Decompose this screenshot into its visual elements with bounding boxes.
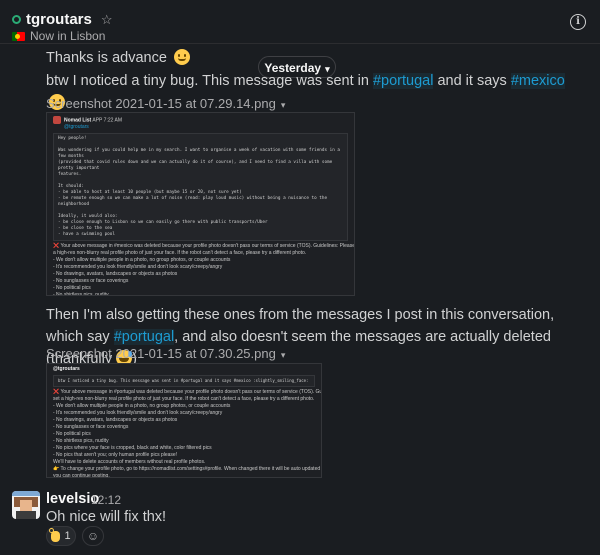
shot-top-label: @tgroutars [47, 366, 321, 373]
shot-author-row: Nomad List APP 7:22 AM [47, 116, 354, 124]
shot-text-line: Was wondering if you could help me in my… [58, 148, 340, 160]
shot-mention-text: @tgroutars [64, 124, 89, 131]
shot-text-line: - We don't allow multiple people in a ph… [53, 257, 231, 264]
shot-text-line: - No shirtless pics, nudity [53, 438, 109, 444]
info-icon[interactable]: i [570, 14, 586, 30]
shot-text-line: - It's recommended you look friendly/smi… [53, 264, 223, 271]
shot-text-line: ❌ Your above message in #portugal was de… [53, 389, 322, 395]
shot-text-line: - No sunglasses or face coverings [53, 278, 129, 285]
shot-text-line: - No political pics [53, 285, 91, 292]
message-body: and it says [433, 73, 511, 89]
shot-text-line: 👉 To change your profile photo, go to ht… [53, 466, 322, 472]
ok-hand-icon [49, 527, 61, 542]
shot-mention: @tgroutars [47, 124, 354, 131]
add-reaction-button[interactable]: ☺ [82, 526, 104, 546]
file-name-label: Screenshot 2021-01-15 at 07.29.14.png [46, 96, 276, 111]
shot-text-line: - No drawings, avatars, landscapes or ob… [53, 417, 178, 423]
shot-text-line: ❌ Your above message in #mexico was dele… [53, 243, 355, 250]
screenshot-image-1[interactable]: Nomad List APP 7:22 AM @tgroutars Hey pe… [46, 112, 355, 296]
file-name[interactable]: Screenshot 2021-01-15 at 07.30.25.png ▾ [46, 346, 285, 361]
status-row: Now in Lisbon [12, 29, 105, 43]
channel-mention-link[interactable]: #mexico [510, 73, 565, 89]
shot-text-line: - No drawings, avatars, landscapes or ob… [53, 271, 178, 278]
portugal-flag-icon [12, 31, 25, 41]
channel-title[interactable]: tgroutars [26, 11, 92, 28]
avatar[interactable] [12, 491, 40, 519]
screenshot-image-2[interactable]: @tgroutars btw I noticed a tiny bug. Thi… [46, 363, 322, 478]
status-text: Now in Lisbon [30, 29, 106, 43]
slightly-smiling-face-icon [173, 49, 190, 65]
shot-text-line: - No sunglasses or face coverings [53, 424, 129, 430]
star-icon[interactable]: ☆ [101, 12, 113, 28]
shot-text-line: - No political pics [53, 431, 91, 437]
file-name-label: Screenshot 2021-01-15 at 07.30.25.png [46, 346, 276, 361]
shot-app-badge: APP [92, 117, 103, 124]
message-body: btw I noticed a tiny bug. This message w… [46, 73, 373, 89]
reaction-count: 1 [64, 530, 71, 542]
message-body: Thanks is advance [46, 50, 167, 66]
shot-notice: ❌ Your above message in #mexico was dele… [47, 243, 355, 296]
shot-notice: ❌ Your above message in #portugal was de… [47, 389, 322, 478]
shot-text-line: - No shirtless pics, nudity [53, 292, 109, 296]
shot-app-name: Nomad List [64, 117, 92, 124]
shot-text-line: (provided that covid rules down and we c… [58, 160, 333, 172]
message-text: Oh nice will fix thx! [46, 509, 167, 525]
chevron-down-icon[interactable]: ▾ [281, 100, 286, 110]
presence-icon [12, 15, 21, 24]
shot-text-line: We'll have to delete accounts of members… [53, 459, 206, 465]
shot-app-time: 7:22 AM [103, 117, 123, 124]
avatar-sky [12, 491, 40, 496]
reaction-pill[interactable]: 1 [46, 526, 76, 546]
message-text: Thanks is advance [46, 47, 190, 69]
shot-text-line: - No pics where your face is cropped, bl… [53, 445, 212, 451]
title-row: tgroutars ☆ [12, 11, 113, 28]
shot-quote-line: btw I noticed a tiny bug. This message w… [53, 375, 315, 387]
app-avatar-icon [53, 116, 61, 124]
shot-text-line: set a high-res non-blurry real profile p… [53, 396, 315, 402]
file-name[interactable]: Screenshot 2021-01-15 at 07.29.14.png ▾ [46, 96, 285, 111]
shot-text-line: you can continue posting. [53, 473, 110, 478]
shot-code-block: Hey people! Was wondering if you could h… [53, 133, 348, 242]
shot-text-line: a high-res non-blurry real profile photo… [53, 250, 307, 257]
shot-text-line: - No pics that aren't you; only human pr… [53, 452, 178, 458]
shot-text-line: - have a swimming pool [58, 232, 115, 238]
shot-text-line: - We don't allow multiple people in a ph… [53, 403, 231, 409]
chevron-down-icon[interactable]: ▾ [281, 350, 286, 360]
shot-text-line: - be remote enough so we can make a lot … [58, 196, 328, 208]
message-timestamp[interactable]: 12:12 [91, 493, 121, 507]
avatar-body [16, 511, 36, 519]
shot-top-label-text: @tgroutars [53, 366, 80, 372]
channel-header: tgroutars ☆ Now in Lisbon i [0, 0, 600, 44]
shot-text-line: - It's recommended you look friendly/smi… [53, 410, 223, 416]
channel-mention-link[interactable]: #portugal [113, 329, 175, 345]
channel-mention-link[interactable]: #portugal [372, 73, 434, 89]
